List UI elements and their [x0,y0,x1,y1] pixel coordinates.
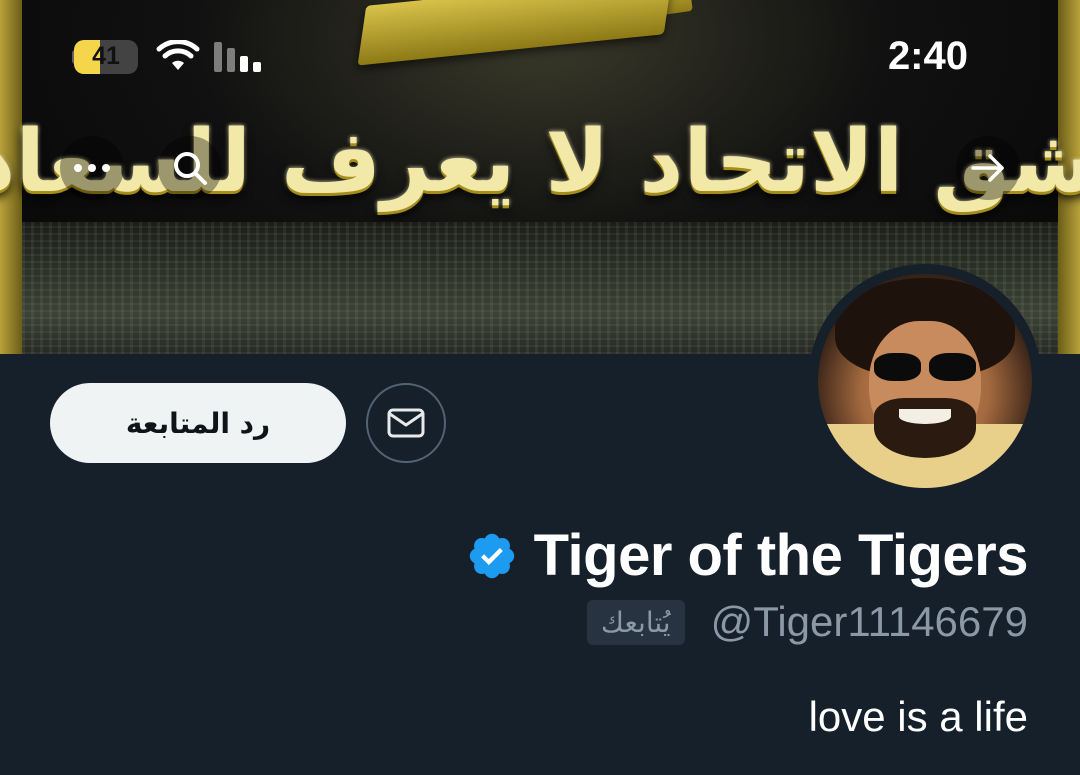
battery-level: 41 [92,42,120,70]
more-button[interactable] [60,136,124,200]
status-bar: 41 2:40 [0,28,1080,88]
message-button[interactable] [366,383,446,463]
wifi-icon [156,40,200,70]
verified-badge-icon [469,533,514,578]
search-button[interactable] [158,136,222,200]
cellular-signal-icon [214,42,261,72]
back-button[interactable] [956,136,1020,200]
user-handle: @Tiger11146679 [710,598,1028,645]
follows-you-badge: يُتابعك [586,599,685,645]
mail-icon [387,408,425,438]
battery-indicator: 41 [74,40,138,74]
clock: 2:40 [887,34,968,78]
more-icon [74,164,110,172]
search-icon [174,152,207,185]
arrow-right-icon [971,154,1004,182]
profile-meta-row [0,764,1080,775]
profile-name-row: Tiger of the Tigers [466,522,1029,589]
follow-back-button[interactable]: رد المتابعة [50,383,346,463]
profile-handle-row: يُتابعك @Tiger11146679 [586,598,1028,646]
avatar-photo [818,274,1032,488]
profile-bio: love is a life [808,693,1028,740]
profile-avatar[interactable] [808,264,1042,498]
display-name: Tiger of the Tigers [533,523,1029,588]
